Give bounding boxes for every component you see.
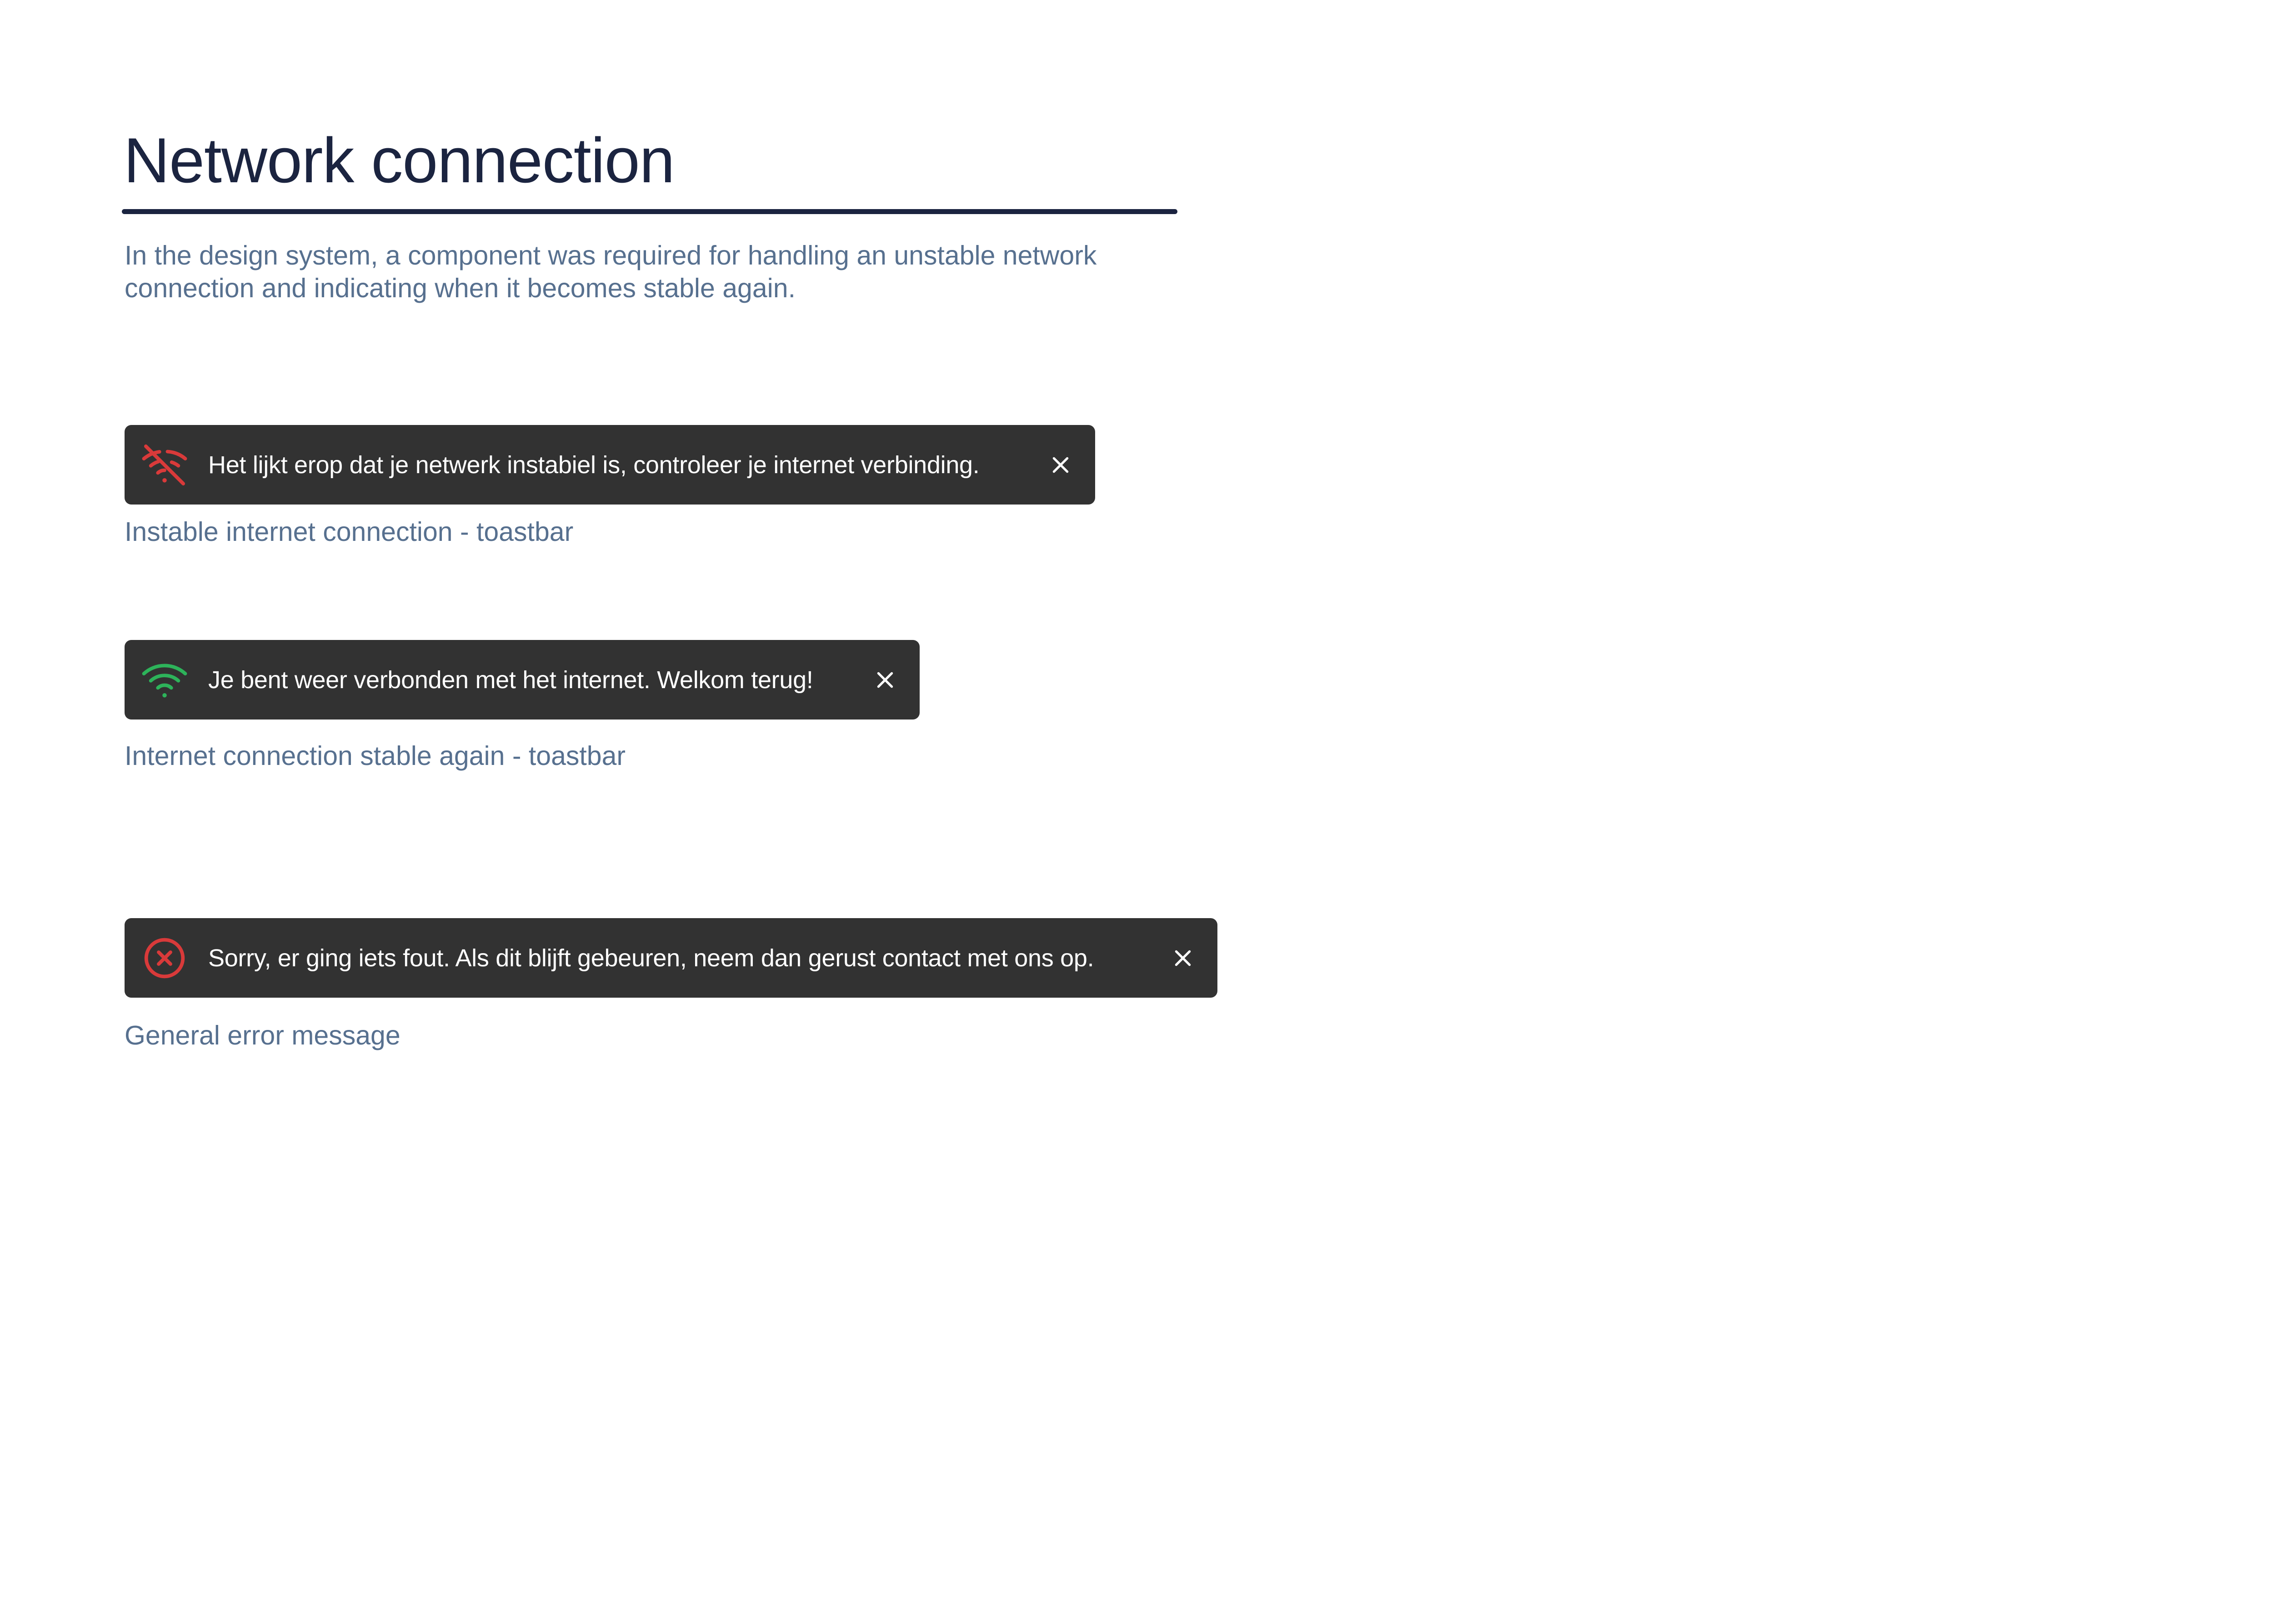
title-underline [122,209,1177,214]
page-title: Network connection [124,125,675,196]
toast-caption: General error message [125,1020,401,1050]
toast-message: Je bent weer verbonden met het internet.… [208,666,813,694]
wifi-icon [141,656,188,704]
toast-message: Het lijkt erop dat je netwerk instabiel … [208,451,980,479]
toast-caption: Internet connection stable again - toast… [125,741,626,771]
toast-caption: Instable internet connection - toastbar [125,517,574,547]
error-circle-icon [141,934,188,982]
page: Network connection In the design system,… [0,0,2273,1624]
wifi-off-icon [141,441,188,489]
toast-connection-restored: Je bent weer verbonden met het internet.… [125,640,920,720]
toast-general-error: Sorry, er ging iets fout. Als dit blijft… [125,918,1217,998]
toast-unstable-connection: Het lijkt erop dat je netwerk instabiel … [125,425,1095,505]
close-icon[interactable] [1042,447,1079,483]
close-icon[interactable] [867,662,903,698]
close-icon[interactable] [1165,940,1201,976]
toast-message: Sorry, er ging iets fout. Als dit blijft… [208,944,1094,972]
page-intro: In the design system, a component was re… [125,240,1097,303]
